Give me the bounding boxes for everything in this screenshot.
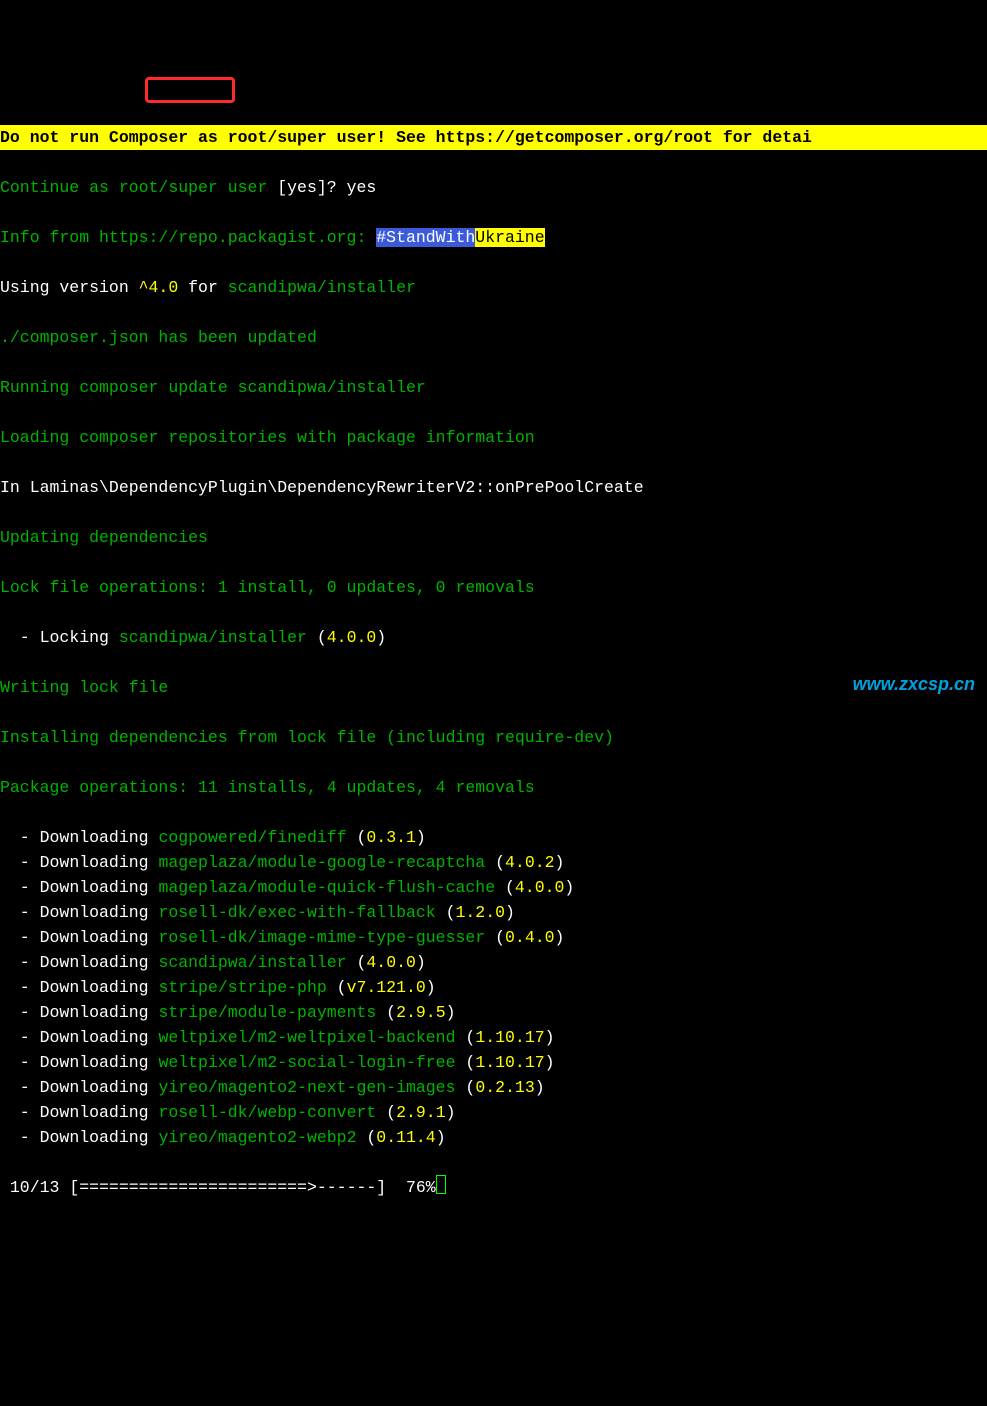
laminas-plugin: In Laminas\DependencyPlugin\DependencyRe…	[0, 475, 987, 500]
downloads-list: - Downloading cogpowered/finediff (0.3.1…	[0, 825, 987, 1150]
download-line: - Downloading yireo/magento2-next-gen-im…	[0, 1075, 987, 1100]
download-line: - Downloading mageplaza/module-quick-flu…	[0, 875, 987, 900]
loading-repos: Loading composer repositories with packa…	[0, 425, 987, 450]
locking-line: - Locking scandipwa/installer (4.0.0)	[0, 625, 987, 650]
download-line: - Downloading rosell-dk/exec-with-fallba…	[0, 900, 987, 925]
composer-root-warning: Do not run Composer as root/super user! …	[0, 125, 987, 150]
download-line: - Downloading rosell-dk/webp-convert (2.…	[0, 1100, 987, 1125]
download-line: - Downloading weltpixel/m2-social-login-…	[0, 1050, 987, 1075]
writing-lock: Writing lock file	[0, 675, 987, 700]
using-version: Using version ^4.0 for scandipwa/install…	[0, 275, 987, 300]
running-update: Running composer update scandipwa/instal…	[0, 375, 987, 400]
json-updated: ./composer.json has been updated	[0, 325, 987, 350]
download-line: - Downloading cogpowered/finediff (0.3.1…	[0, 825, 987, 850]
download-line: - Downloading scandipwa/installer (4.0.0…	[0, 950, 987, 975]
watermark: www.zxcsp.cn	[853, 672, 975, 697]
download-line: - Downloading stripe/module-payments (2.…	[0, 1000, 987, 1025]
progress-bar: 10/13 [=======================>------] 7…	[0, 1175, 987, 1200]
installing-deps: Installing dependencies from lock file (…	[0, 725, 987, 750]
download-line: - Downloading rosell-dk/image-mime-type-…	[0, 925, 987, 950]
lock-file-ops: Lock file operations: 1 install, 0 updat…	[0, 575, 987, 600]
updating-deps: Updating dependencies	[0, 525, 987, 550]
cursor-icon	[436, 1175, 446, 1194]
package-ops: Package operations: 11 installs, 4 updat…	[0, 775, 987, 800]
download-line: - Downloading stripe/stripe-php (v7.121.…	[0, 975, 987, 1000]
download-line: - Downloading mageplaza/module-google-re…	[0, 850, 987, 875]
download-line: - Downloading yireo/magento2-webp2 (0.11…	[0, 1125, 987, 1150]
download-line: - Downloading weltpixel/m2-weltpixel-bac…	[0, 1025, 987, 1050]
continue-prompt: Continue as root/super user [yes]? yes	[0, 175, 987, 200]
packagist-info: Info from https://repo.packagist.org: #S…	[0, 225, 987, 250]
terminal-output: Do not run Composer as root/super user! …	[0, 100, 987, 1225]
